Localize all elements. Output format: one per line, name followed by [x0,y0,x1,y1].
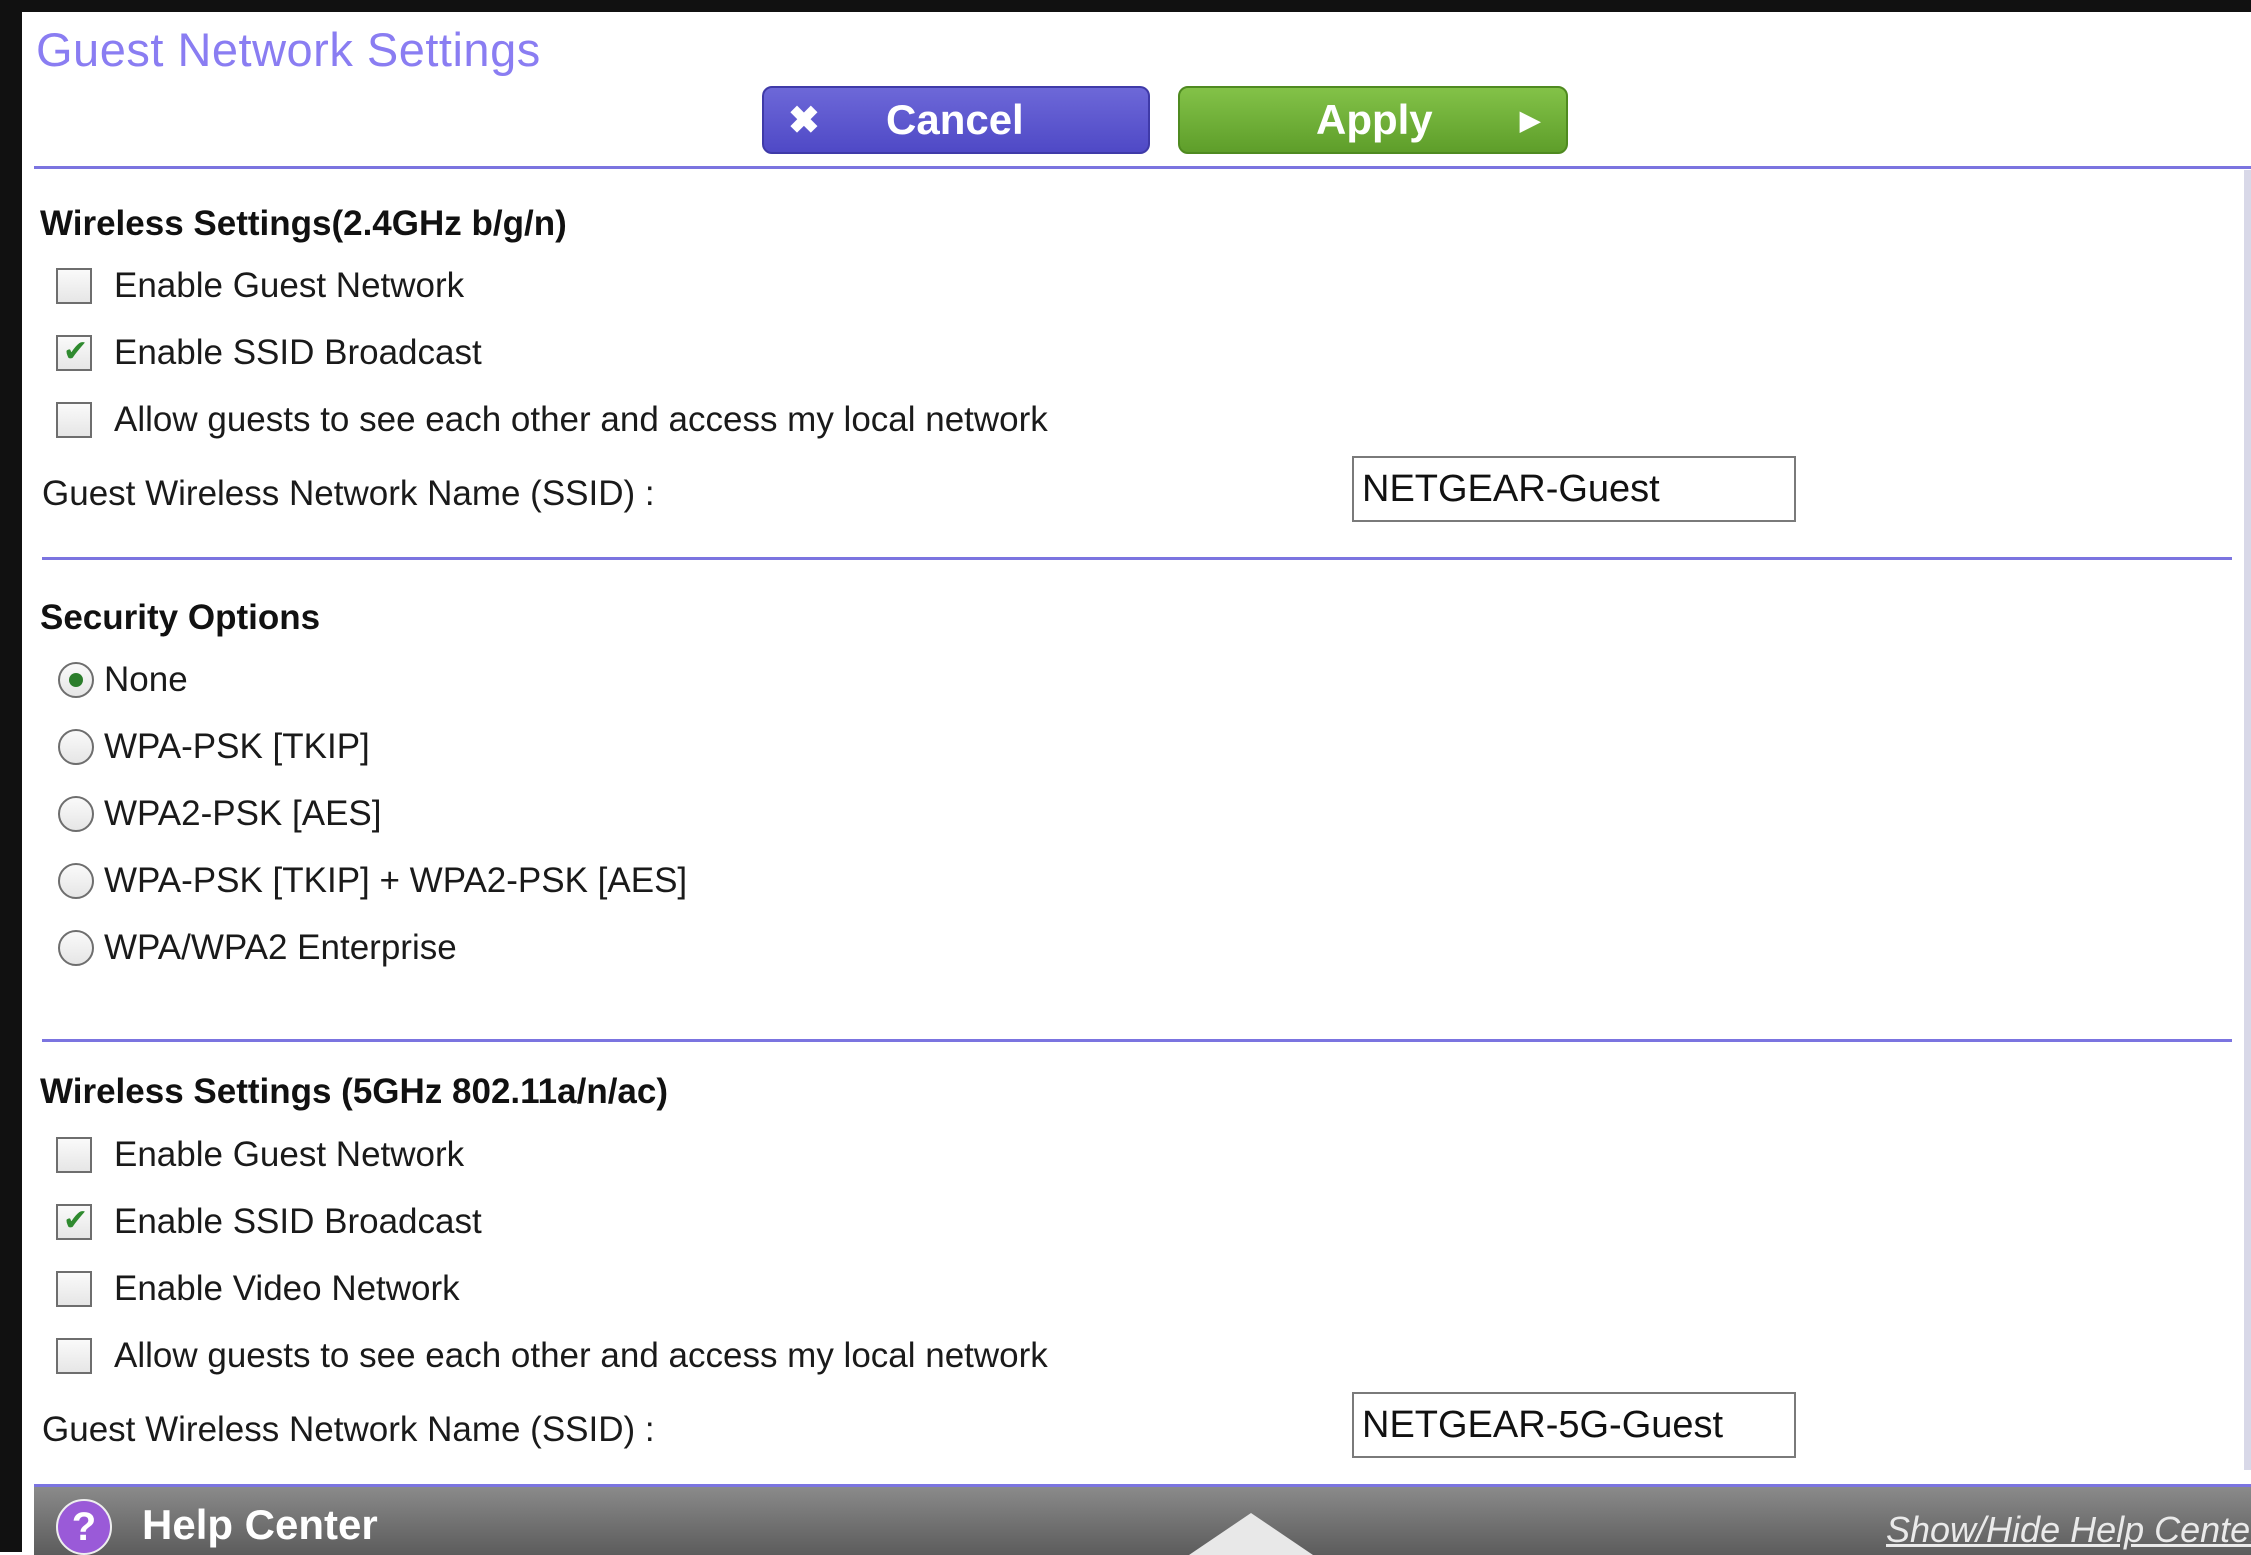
section-divider [42,557,2232,560]
help-center-title: Help Center [142,1501,378,1548]
wireless-5-title: Wireless Settings (5GHz 802.11a/n/ac) [40,1072,669,1111]
security-option-enterprise[interactable]: WPA/WPA2 Enterprise [58,928,457,968]
security-options-title: Security Options [40,598,321,637]
ssid-5-input[interactable] [1352,1392,1796,1458]
security-none-radio[interactable] [58,662,94,698]
option-label: WPA2-PSK [AES] [104,794,382,833]
option-label: WPA/WPA2 Enterprise [104,928,457,967]
window-frame-left [0,0,22,1552]
security-wpa2-psk-radio[interactable] [58,796,94,832]
play-arrow-icon: ▶ [1520,104,1540,135]
option-label: Enable Guest Network [114,1135,465,1174]
security-option-wpa-psk[interactable]: WPA-PSK [TKIP] [58,727,370,767]
security-wpa-wpa2-psk-radio[interactable] [58,863,94,899]
ssid-24-input[interactable] [1352,456,1796,522]
security-enterprise-radio[interactable] [58,930,94,966]
close-x-icon: ✖ [788,99,820,142]
option-label: Enable Video Network [114,1269,460,1308]
ssid-24-label: Guest Wireless Network Name (SSID) : [42,474,655,513]
enable-guest-5-checkbox[interactable] [56,1137,92,1173]
option-label: Enable Guest Network [114,266,465,305]
option-label: WPA-PSK [TKIP] [104,727,370,766]
security-option-wpa-wpa2-psk[interactable]: WPA-PSK [TKIP] + WPA2-PSK [AES] [58,861,687,901]
header-divider [34,166,2251,169]
option-label: Allow guests to see each other and acces… [114,1336,1048,1375]
ssid-broadcast-24-checkbox[interactable] [56,334,92,371]
scrollbar[interactable] [2244,170,2251,1470]
ssid-5-label: Guest Wireless Network Name (SSID) : [42,1410,655,1449]
ssid-broadcast-5-checkbox[interactable] [56,1203,92,1240]
wireless-24-title: Wireless Settings(2.4GHz b/g/n) [40,204,567,243]
security-wpa-psk-radio[interactable] [58,729,94,765]
security-option-wpa2-psk[interactable]: WPA2-PSK [AES] [58,794,382,834]
wireless-24-ssid-broadcast[interactable]: Enable SSID Broadcast [56,333,482,373]
enable-guest-24-checkbox[interactable] [56,268,92,304]
wireless-5-allow-guests[interactable]: Allow guests to see each other and acces… [56,1336,1048,1376]
up-triangle-icon[interactable] [1189,1513,1313,1555]
page-title: Guest Network Settings [36,23,541,76]
show-hide-help-link[interactable]: Show/Hide Help Center [1886,1509,2251,1551]
apply-button[interactable]: Apply ▶ [1178,86,1568,154]
question-mark-icon[interactable]: ? [56,1499,112,1555]
option-label: Enable SSID Broadcast [114,333,482,372]
wireless-5-ssid-broadcast[interactable]: Enable SSID Broadcast [56,1202,482,1242]
wireless-24-allow-guests[interactable]: Allow guests to see each other and acces… [56,400,1048,440]
video-network-5-checkbox[interactable] [56,1271,92,1307]
option-label: Enable SSID Broadcast [114,1202,482,1241]
window-frame-top [0,0,2251,12]
cancel-button[interactable]: ✖ Cancel [762,86,1150,154]
wireless-5-video-network[interactable]: Enable Video Network [56,1269,460,1309]
wireless-5-enable-guest[interactable]: Enable Guest Network [56,1135,464,1175]
section-divider [42,1039,2232,1042]
allow-guests-5-checkbox[interactable] [56,1338,92,1374]
wireless-24-enable-guest[interactable]: Enable Guest Network [56,266,464,306]
cancel-button-label: Cancel [886,96,1024,143]
option-label: None [104,660,188,699]
allow-guests-24-checkbox[interactable] [56,402,92,438]
security-option-none[interactable]: None [58,660,188,700]
option-label: WPA-PSK [TKIP] + WPA2-PSK [AES] [104,861,688,900]
help-center-bar: ? Help Center Show/Hide Help Center [34,1484,2251,1555]
apply-button-label: Apply [1316,96,1433,143]
option-label: Allow guests to see each other and acces… [114,400,1048,439]
